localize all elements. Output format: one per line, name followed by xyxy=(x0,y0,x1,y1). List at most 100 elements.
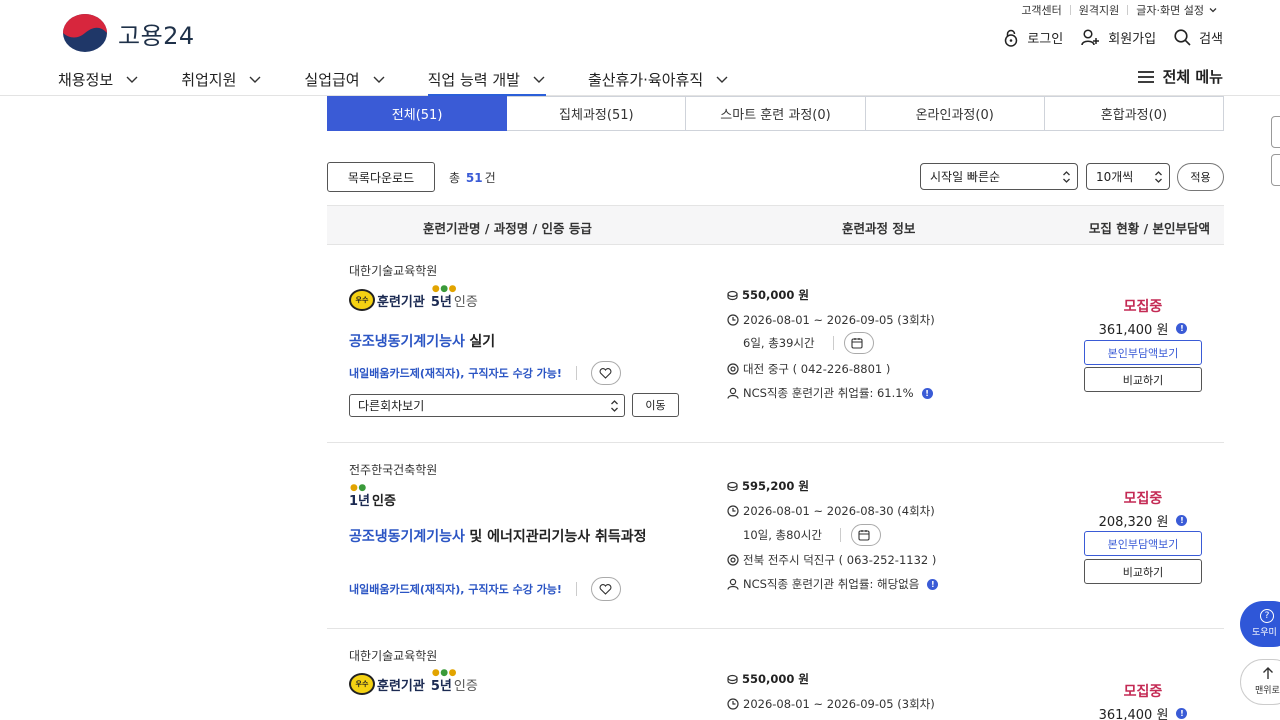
customer-center-link[interactable]: 고객센터 xyxy=(1021,2,1061,18)
helper-button[interactable]: ? 도우미 xyxy=(1240,601,1280,647)
main-navigation: 채용정보 취업지원 실업급여 직업 능력 개발 출산휴가·육아휴직 xyxy=(58,64,771,96)
logo-text: 고용24 xyxy=(118,21,195,50)
self-pay-amount: 361,400 원! xyxy=(1084,704,1202,720)
apply-button[interactable]: 적용 xyxy=(1177,163,1224,191)
nav-label: 실업급여 xyxy=(304,70,360,89)
chevron-down-icon xyxy=(716,76,728,83)
view-self-pay-button[interactable]: 본인부담액보기 xyxy=(1084,340,1202,365)
tab-smart-training[interactable]: 스마트 훈련 과정(0) xyxy=(686,96,866,131)
status-badge: 모집중 xyxy=(1123,299,1163,315)
nav-vocational-training[interactable]: 직업 능력 개발 xyxy=(427,64,547,96)
compare-button[interactable]: 비교하기 xyxy=(1084,367,1202,392)
certification-grade: ●● 1년 인증 xyxy=(349,483,396,509)
favorite-button[interactable] xyxy=(590,577,621,601)
tab-blended[interactable]: 혼합과정(0) xyxy=(1044,96,1225,131)
course-title-link[interactable]: 공조냉동기계기능사 xyxy=(349,334,465,350)
duration-line: 10일, 총80시간 xyxy=(743,524,881,546)
taegeuk-logo-icon xyxy=(63,14,107,52)
move-button[interactable]: 이동 xyxy=(632,393,679,417)
tag-separator: , xyxy=(460,582,465,596)
login-button[interactable]: 로그인 xyxy=(1003,28,1063,47)
recruit-status: 모집중 208,320 원! xyxy=(1084,488,1202,530)
institution-name[interactable]: 전주한국건축학원 xyxy=(349,461,437,478)
info-icon[interactable]: ! xyxy=(1176,515,1188,526)
course-title[interactable]: 공조냉동기계기능사 실기 xyxy=(349,331,679,353)
favorite-button[interactable] xyxy=(590,361,621,385)
sort-select[interactable]: 시작일 빠른순 xyxy=(920,163,1078,190)
calendar-button[interactable] xyxy=(843,332,874,354)
course-title-link[interactable]: 공조냉동기계기능사 xyxy=(349,529,465,545)
column-header: 모집 현황 / 본인부담액 xyxy=(1088,221,1210,236)
calendar-button[interactable] xyxy=(850,524,881,546)
grade-dots-icon: ●●● xyxy=(431,283,457,294)
all-menu-button[interactable]: 전체 메뉴 xyxy=(1137,66,1223,87)
ncs-employment-rate: NCS직종 훈련기관 취업률: 61.1% xyxy=(743,386,914,400)
course-duration: 6일, 총39시간 xyxy=(743,336,815,350)
cert-year-text: 1년 xyxy=(349,494,371,509)
course-title[interactable]: 공조냉동기계기능사 및 에너지관리기능사 취득과정 xyxy=(349,526,679,548)
self-pay-value: 208,320 원 xyxy=(1098,515,1169,530)
course-location: 전북 전주시 덕진구 ( 063-252-1132 ) xyxy=(743,553,937,567)
duration-line: 6일, 총39시간 xyxy=(743,332,874,354)
floating-panel-edge[interactable] xyxy=(1271,116,1280,148)
coin-icon xyxy=(727,481,738,491)
column-header: 훈련기관명 / 과정명 / 인증 등급 xyxy=(423,221,592,236)
total-count: 총 51 건 xyxy=(449,169,496,186)
course-tags: 내일배움카드제(재직자), 구직자도 수강 가능! xyxy=(349,361,621,385)
location-line: 전북 전주시 덕진구 ( 063-252-1132 ) xyxy=(727,552,936,568)
compare-button[interactable]: 비교하기 xyxy=(1084,559,1202,584)
download-list-button[interactable]: 목록다운로드 xyxy=(327,162,435,192)
heart-icon xyxy=(599,583,612,595)
institution-name[interactable]: 대한기술교육학원 xyxy=(349,262,437,279)
grade-dots-icon: ●● xyxy=(350,483,367,493)
info-icon[interactable]: ! xyxy=(921,387,933,399)
nav-unemployment-benefit[interactable]: 실업급여 xyxy=(304,64,385,94)
cert-year-text: 5년 xyxy=(430,294,452,310)
recruit-status: 모집중 361,400 원! xyxy=(1084,681,1202,720)
view-self-pay-button[interactable]: 본인부담액보기 xyxy=(1084,531,1202,556)
nav-parental-leave[interactable]: 출산휴가·육아휴직 xyxy=(588,64,729,94)
tag-extra: 구직자도 수강 가능! xyxy=(468,583,562,596)
signup-button[interactable]: 회원가입 xyxy=(1081,28,1156,47)
info-icon[interactable]: ! xyxy=(927,578,939,590)
page-size-select[interactable]: 10개씩 xyxy=(1086,163,1170,190)
divider xyxy=(575,366,577,380)
tab-online[interactable]: 온라인과정(0) xyxy=(865,96,1045,131)
floating-panel-edge[interactable] xyxy=(1271,154,1280,186)
list-toolbar: 목록다운로드 총 51 건 시작일 빠른순 10개씩 적용 xyxy=(327,162,1224,192)
self-pay-amount: 361,400 원! xyxy=(1084,319,1202,338)
location-pin-icon xyxy=(727,554,739,566)
tab-all[interactable]: 전체(51) xyxy=(327,96,508,131)
helper-label: 도우미 xyxy=(1252,628,1277,638)
utility-links: 고객센터 원격지원 글자·화면 설정 xyxy=(1021,2,1218,18)
search-button[interactable]: 검색 xyxy=(1174,28,1223,47)
chevron-down-icon xyxy=(126,76,138,83)
search-label: 검색 xyxy=(1199,32,1223,47)
column-header: 훈련과정 정보 xyxy=(842,221,916,236)
status-badge: 모집중 xyxy=(1123,684,1163,700)
person-icon xyxy=(727,578,739,590)
chevron-down-icon xyxy=(249,76,261,83)
price-line: 550,000 원 xyxy=(727,287,809,303)
nav-job-info[interactable]: 채용정보 xyxy=(58,64,139,94)
updown-chevron-icon xyxy=(611,400,618,412)
site-logo[interactable]: 고용24 xyxy=(62,13,195,53)
institution-name[interactable]: 대한기술교육학원 xyxy=(349,647,437,664)
excellent-badge-icon: 우수 xyxy=(349,673,375,695)
self-pay-value: 361,400 원 xyxy=(1098,323,1169,338)
nav-employment-support[interactable]: 취업지원 xyxy=(181,64,262,94)
cert-org: 훈련기관 xyxy=(377,294,425,310)
course-price: 595,200 원 xyxy=(742,479,809,493)
tab-classroom[interactable]: 집체과정(51) xyxy=(507,96,687,131)
arrow-up-icon xyxy=(1263,667,1273,679)
scroll-top-button[interactable]: 맨위로 xyxy=(1240,659,1280,705)
remote-support-link[interactable]: 원격지원 xyxy=(1079,2,1119,18)
hamburger-icon xyxy=(1137,70,1154,83)
display-settings-link[interactable]: 글자·화면 설정 xyxy=(1136,2,1204,18)
info-icon[interactable]: ! xyxy=(1176,323,1188,334)
other-round-select[interactable]: 다른회차보기 xyxy=(349,394,625,417)
nav-label: 채용정보 xyxy=(58,70,114,89)
cert-label: 인증 xyxy=(372,494,396,509)
info-icon[interactable]: ! xyxy=(1176,708,1188,719)
ncs-line: NCS직종 훈련기관 취업률: 61.1% ! xyxy=(727,385,933,401)
